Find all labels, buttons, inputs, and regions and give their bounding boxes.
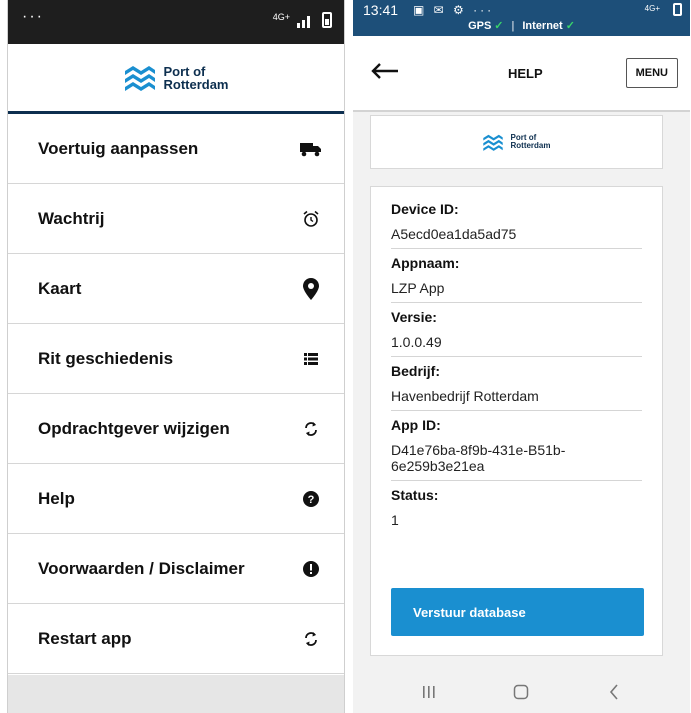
connection-status: GPS ✓ | Internet ✓ — [353, 19, 690, 32]
question-circle-icon: ? — [300, 488, 322, 510]
status-dots: ··· — [22, 8, 44, 25]
device-info-card: Device ID: A5ecd0ea1da5ad75 Appnaam: LZP… — [370, 186, 663, 656]
port-of-rotterdam-logo: Port of Rotterdam — [123, 65, 229, 91]
port-of-rotterdam-logo: Port of Rotterdam — [482, 134, 551, 151]
status-bar: ··· 4G+ — [8, 0, 344, 44]
map-marker-icon — [300, 277, 322, 300]
internet-check-icon: ✓ — [565, 20, 575, 32]
menu-item-opdrachtgever-wijzigen[interactable]: Opdrachtgever wijzigen — [8, 394, 344, 464]
back-icon[interactable] — [603, 681, 625, 703]
logo-line2: Rotterdam — [510, 141, 551, 150]
menu-item-rit-geschiedenis[interactable]: Rit geschiedenis — [8, 324, 344, 394]
menu-item-label: Rit geschiedenis — [38, 348, 174, 368]
sync-icon — [300, 418, 322, 440]
recent-apps-icon[interactable] — [418, 681, 440, 703]
list-icon — [300, 348, 322, 370]
network-type: 4G+ — [644, 4, 660, 13]
logo-text: Port of Rotterdam — [163, 65, 228, 91]
bedrijf-label: Bedrijf: — [391, 363, 440, 379]
menu-item-label: Voorwaarden / Disclaimer — [38, 558, 245, 578]
status-separator: | — [511, 20, 515, 32]
menu-item-label: Restart app — [38, 628, 132, 648]
appnaam-label: Appnaam: — [391, 255, 460, 271]
network-type: 4G+ — [272, 12, 290, 22]
waves-icon — [483, 134, 504, 151]
logo-line2: Rotterdam — [163, 76, 229, 92]
bedrijf-value: Havenbedrijf Rotterdam — [391, 379, 642, 411]
menu-button[interactable]: MENU — [625, 58, 678, 88]
left-phone-screen: ··· 4G+ Port of Rotterdam Voertuig aanpa… — [7, 0, 345, 713]
svg-text:?: ? — [308, 494, 315, 506]
app-header: HELP MENU — [353, 36, 690, 112]
versie-value: 1.0.0.49 — [391, 325, 642, 357]
battery-icon — [322, 12, 332, 28]
device-id-label: Device ID: — [391, 201, 459, 217]
truck-icon — [300, 138, 322, 160]
device-id-value: A5ecd0ea1da5ad75 — [391, 217, 642, 249]
menu-item-label: Wachtrij — [38, 208, 105, 228]
menu-item-restart-app[interactable]: Restart app — [8, 604, 344, 674]
send-database-button[interactable]: Verstuur database — [391, 588, 644, 636]
versie-label: Versie: — [391, 309, 437, 325]
app-logo-bar: Port of Rotterdam — [8, 44, 344, 114]
page-title: HELP — [507, 65, 543, 81]
logo-text: Port of Rotterdam — [510, 134, 550, 150]
exclamation-circle-icon — [300, 558, 322, 580]
menu-item-voertuig-aanpassen[interactable]: Voertuig aanpassen — [8, 114, 344, 184]
nav-menu: Voertuig aanpassen Wachtrij Kaart Rit ge… — [8, 114, 344, 674]
logo-card: Port of Rotterdam — [370, 115, 663, 169]
menu-item-label: Voertuig aanpassen — [38, 138, 199, 158]
waves-icon — [125, 65, 156, 91]
menu-item-voorwaarden-disclaimer[interactable]: Voorwaarden / Disclaimer — [8, 534, 344, 604]
status-time: 13:41 — [363, 2, 399, 18]
notification-icons: ▣ ✉ ⚙ ··· — [413, 3, 495, 17]
back-arrow-icon[interactable] — [371, 62, 399, 84]
menu-item-label: Help — [38, 488, 75, 508]
home-icon[interactable] — [510, 681, 532, 703]
right-phone-screen: 13:41 ▣ ✉ ⚙ ··· 4G+ GPS ✓ | Internet ✓ HELP … — [353, 0, 690, 713]
menu-item-label: Kaart — [38, 278, 82, 298]
app-id-value: D41e76ba-8f9b-431e-B51b-6e259b3e21ea — [391, 433, 642, 481]
battery-icon — [673, 3, 682, 16]
menu-item-kaart[interactable]: Kaart — [8, 254, 344, 324]
status-label: Status: — [391, 487, 439, 503]
signal-icon — [297, 16, 310, 28]
logo-line1: Port of — [163, 63, 206, 79]
app-id-label: App ID: — [391, 417, 441, 433]
status-value: 1 — [391, 512, 399, 528]
sync-icon — [300, 628, 322, 650]
alarm-clock-icon — [300, 208, 322, 230]
menu-item-wachtrij[interactable]: Wachtrij — [8, 184, 344, 254]
menu-item-help[interactable]: Help ? — [8, 464, 344, 534]
bottom-area — [8, 675, 344, 713]
menu-item-label: Opdrachtgever wijzigen — [38, 418, 230, 438]
internet-label: Internet — [522, 20, 563, 32]
gps-label: GPS — [468, 20, 492, 32]
appnaam-value: LZP App — [391, 271, 642, 303]
gps-check-icon: ✓ — [494, 20, 504, 32]
status-bar: 13:41 ▣ ✉ ⚙ ··· 4G+ GPS ✓ | Internet ✓ — [353, 0, 690, 36]
android-nav-bar — [353, 670, 690, 713]
